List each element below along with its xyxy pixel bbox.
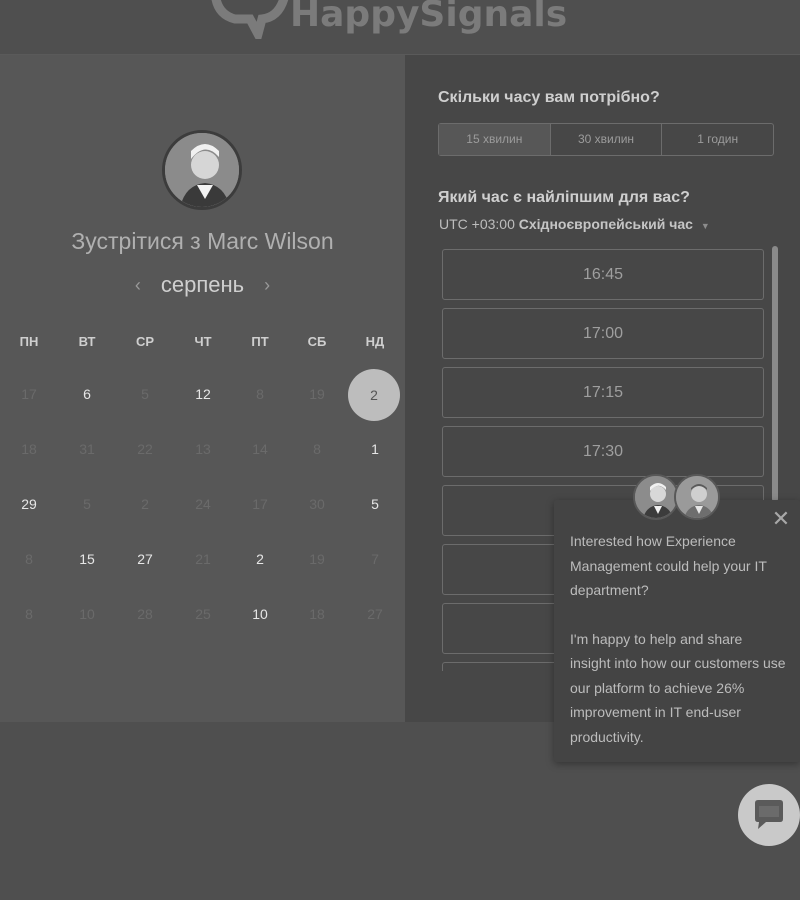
weekday-label: НД — [365, 334, 385, 349]
calendar-day: 18 — [21, 441, 37, 457]
calendar-day: 14 — [252, 441, 268, 457]
calendar-day: 5 — [141, 386, 149, 402]
weekday-label: СБ — [307, 334, 327, 349]
calendar-day: 25 — [195, 606, 211, 622]
duration-option-15[interactable]: 15 хвилин — [439, 124, 551, 155]
chevron-right-icon[interactable]: › — [264, 275, 270, 296]
calendar-day: 8 — [313, 441, 321, 457]
calendar-day[interactable]: 29 — [9, 496, 49, 516]
weekday-label: ЧТ — [194, 334, 212, 349]
chat-message-paragraph: I'm happy to help and share insight into… — [570, 630, 786, 745]
calendar-day: 19 — [309, 551, 325, 567]
chat-bubble-icon — [755, 800, 783, 829]
calendar-day: 21 — [195, 551, 211, 567]
calendar-day[interactable]: 15 — [67, 551, 107, 571]
time-question: Який час є найліпшим для вас? — [438, 189, 690, 206]
timezone-name: Східноєвропейський час — [518, 216, 693, 232]
time-slot[interactable]: 17:00 — [442, 308, 764, 359]
agent-avatar — [633, 474, 679, 520]
calendar-day[interactable]: 12 — [183, 386, 223, 406]
calendar-day: 24 — [195, 496, 211, 512]
selected-calendar-day[interactable]: 2 — [348, 369, 400, 421]
timezone-offset: UTC +03:00 — [439, 216, 515, 232]
weekday-label: СР — [135, 334, 155, 349]
calendar-day[interactable]: 2 — [240, 551, 280, 571]
chat-message-paragraph: Interested how Experience Management cou… — [570, 533, 767, 598]
caret-down-icon: ▼ — [700, 221, 710, 231]
happysignals-logo: HappySignals — [210, 0, 567, 40]
timezone-selector[interactable]: UTC +03:00 Східноєвропейський час ▼ — [439, 216, 710, 232]
month-navigator: ‹ серпень › — [0, 272, 405, 298]
calendar-day: 28 — [137, 606, 153, 622]
calendar-day: 17 — [252, 496, 268, 512]
calendar-day[interactable]: 10 — [240, 606, 280, 626]
calendar-day[interactable]: 5 — [355, 496, 395, 516]
calendar-day: 8 — [25, 606, 33, 622]
calendar-day: 27 — [367, 606, 383, 622]
duration-selector: 15 хвилин 30 хвилин 1 годин — [438, 123, 774, 156]
weekday-label: ПН — [19, 334, 39, 349]
calendar-day: 8 — [256, 386, 264, 402]
page-header: HappySignals — [0, 0, 800, 55]
duration-option-60[interactable]: 1 годин — [662, 124, 773, 155]
host-avatar — [162, 130, 242, 210]
calendar-day: 17 — [21, 386, 37, 402]
month-label: серпень — [160, 272, 245, 297]
weekday-label: ПТ — [251, 334, 269, 349]
time-slot[interactable]: 17:30 — [442, 426, 764, 477]
weekday-label: ВТ — [78, 334, 96, 349]
calendar-day: 31 — [79, 441, 95, 457]
chevron-left-icon[interactable]: ‹ — [135, 275, 141, 296]
duration-option-30[interactable]: 30 хвилин — [551, 124, 663, 155]
time-slot-scrollbar[interactable] — [772, 246, 778, 502]
logo-text: HappySignals — [290, 0, 568, 35]
calendar-day: 19 — [309, 386, 325, 402]
logo-mark-icon — [211, 0, 289, 39]
agent-avatar — [674, 474, 720, 520]
chat-message: Interested how Experience Management cou… — [570, 529, 786, 749]
calendar-day[interactable]: 1 — [355, 441, 395, 461]
meeting-title: Зустрітися з Marc Wilson — [71, 228, 334, 254]
calendar-day: 18 — [309, 606, 325, 622]
time-slot[interactable]: 17:15 — [442, 367, 764, 418]
calendar-day: 5 — [83, 496, 91, 512]
calendar-day: 13 — [195, 441, 211, 457]
calendar-day: 10 — [79, 606, 95, 622]
calendar-day[interactable]: 6 — [67, 386, 107, 406]
chat-launcher-button[interactable] — [738, 784, 800, 846]
close-icon[interactable]: ✕ — [770, 508, 792, 530]
calendar-day[interactable]: 27 — [125, 551, 165, 571]
time-slot[interactable]: 16:45 — [442, 249, 764, 300]
calendar-day: 22 — [137, 441, 153, 457]
chat-popup: Interested how Experience Management cou… — [554, 500, 800, 762]
calendar-day: 8 — [25, 551, 33, 567]
calendar-day: 30 — [309, 496, 325, 512]
calendar-day: 7 — [371, 551, 379, 567]
duration-question: Скільки часу вам потрібно? — [438, 89, 660, 106]
calendar-day: 2 — [141, 496, 149, 512]
